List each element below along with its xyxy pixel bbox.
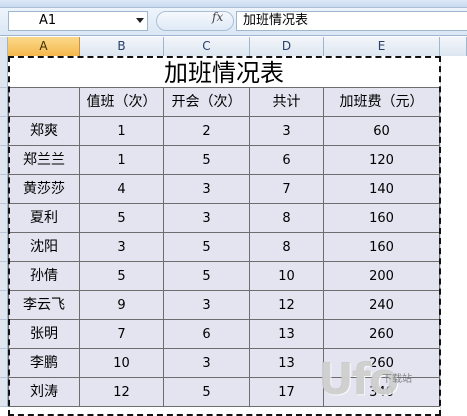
cell-duty[interactable]: 12	[80, 378, 164, 407]
row-header[interactable]	[0, 320, 8, 349]
cell-pay[interactable]: 60	[324, 117, 440, 146]
cell-meeting[interactable]: 3	[164, 349, 250, 378]
cell-total[interactable]: 6	[250, 146, 324, 175]
chevron-down-icon[interactable]	[136, 18, 144, 23]
cell-pay[interactable]: 160	[324, 233, 440, 262]
cell-pay[interactable]: 340	[324, 378, 440, 407]
cell-duty[interactable]: 5	[80, 204, 164, 233]
column-header-b[interactable]: B	[80, 37, 164, 56]
cell-total[interactable]: 13	[250, 320, 324, 349]
cell-total[interactable]: 10	[250, 262, 324, 291]
row-header[interactable]	[0, 262, 8, 291]
cell-duty[interactable]: 1	[80, 117, 164, 146]
cell-meeting[interactable]: 3	[164, 204, 250, 233]
cell-meeting[interactable]: 3	[164, 291, 250, 320]
column-header-f[interactable]	[440, 37, 467, 56]
row-header[interactable]	[0, 291, 8, 320]
header-cell-total[interactable]: 共计	[250, 88, 324, 117]
header-cell-meeting[interactable]: 开会（次）	[164, 88, 250, 117]
cell-total[interactable]: 17	[250, 378, 324, 407]
cell-name[interactable]: 黄莎莎	[8, 175, 80, 204]
column-header-a[interactable]: A	[8, 37, 80, 56]
sheet-title-cell[interactable]: 加班情况表	[8, 56, 440, 88]
cell-meeting[interactable]: 2	[164, 117, 250, 146]
cell-pay[interactable]: 200	[324, 262, 440, 291]
column-f-divider	[440, 56, 441, 410]
header-cell-blank[interactable]	[8, 88, 80, 117]
cell-duty[interactable]: 4	[80, 175, 164, 204]
row-header[interactable]	[0, 378, 8, 407]
column-header-e[interactable]: E	[324, 37, 440, 56]
cell-name[interactable]: 张明	[8, 320, 80, 349]
cell-name[interactable]: 郑兰兰	[8, 146, 80, 175]
cell-duty[interactable]: 1	[80, 146, 164, 175]
cell-duty[interactable]: 5	[80, 262, 164, 291]
cell-duty[interactable]: 9	[80, 291, 164, 320]
header-cell-duty[interactable]: 值班（次）	[80, 88, 164, 117]
cell-name[interactable]: 孙倩	[8, 262, 80, 291]
cell-meeting[interactable]: 6	[164, 320, 250, 349]
formula-input[interactable]: 加班情况表	[236, 11, 467, 31]
cell-meeting[interactable]: 5	[164, 378, 250, 407]
cell-total[interactable]: 3	[250, 117, 324, 146]
cell-total[interactable]: 8	[250, 204, 324, 233]
row-header[interactable]	[0, 56, 8, 88]
cell-name[interactable]: 李云飞	[8, 291, 80, 320]
cell-meeting[interactable]: 3	[164, 175, 250, 204]
insert-function-icon[interactable]: fx	[212, 10, 223, 24]
row-header[interactable]	[0, 233, 8, 262]
cell-duty[interactable]: 10	[80, 349, 164, 378]
cell-pay[interactable]: 240	[324, 291, 440, 320]
name-box[interactable]: A1	[8, 11, 148, 31]
cell-pay[interactable]: 140	[324, 175, 440, 204]
cell-pay[interactable]: 260	[324, 320, 440, 349]
cell-total[interactable]: 12	[250, 291, 324, 320]
cell-name[interactable]: 李鹏	[8, 349, 80, 378]
row-header[interactable]	[0, 175, 8, 204]
cell-pay[interactable]: 260	[324, 349, 440, 378]
cell-meeting[interactable]: 5	[164, 262, 250, 291]
cell-duty[interactable]: 3	[80, 233, 164, 262]
cell-pay[interactable]: 120	[324, 146, 440, 175]
cell-meeting[interactable]: 5	[164, 146, 250, 175]
cell-pay[interactable]: 160	[324, 204, 440, 233]
cell-total[interactable]: 7	[250, 175, 324, 204]
cell-name[interactable]: 沈阳	[8, 233, 80, 262]
cell-name[interactable]: 刘涛	[8, 378, 80, 407]
cell-total[interactable]: 8	[250, 233, 324, 262]
cell-name[interactable]: 夏利	[8, 204, 80, 233]
cell-name[interactable]: 郑爽	[8, 117, 80, 146]
row-header[interactable]	[0, 117, 8, 146]
formula-bar: A1 fx 加班情况表	[0, 8, 467, 36]
column-header-c[interactable]: C	[164, 37, 250, 56]
row-header[interactable]	[0, 88, 8, 117]
cell-meeting[interactable]: 5	[164, 233, 250, 262]
row-header[interactable]	[0, 146, 8, 175]
ribbon-strip	[0, 0, 467, 8]
select-all-corner[interactable]	[0, 37, 8, 56]
cell-duty[interactable]: 7	[80, 320, 164, 349]
row-header[interactable]	[0, 349, 8, 378]
row-header[interactable]	[0, 204, 8, 233]
header-cell-pay[interactable]: 加班费（元）	[324, 88, 440, 117]
cell-total[interactable]: 13	[250, 349, 324, 378]
column-header-d[interactable]: D	[250, 37, 324, 56]
